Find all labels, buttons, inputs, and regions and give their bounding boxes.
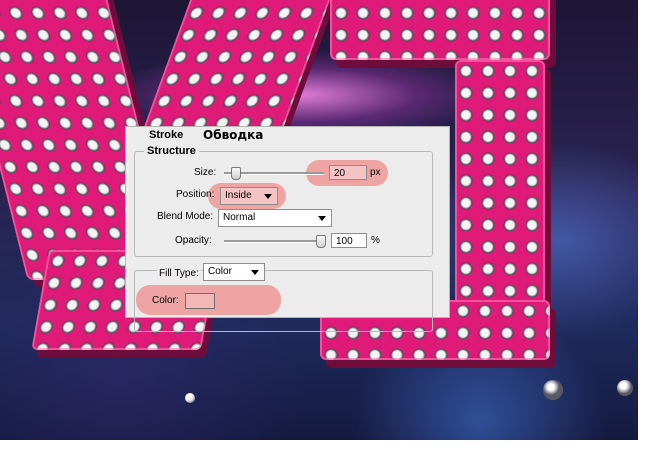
fill-type-label: Fill Type: <box>157 268 201 279</box>
color-swatch[interactable] <box>185 293 215 309</box>
blend-mode-label: Blend Mode: <box>157 211 214 222</box>
fill-group <box>134 270 433 332</box>
fill-type-value: Color <box>208 266 232 277</box>
color-label: Color: <box>152 295 179 306</box>
structure-title: Structure <box>144 145 199 157</box>
size-slider-thumb[interactable] <box>231 167 241 180</box>
size-input[interactable]: 20 <box>329 165 367 180</box>
blend-mode-value: Normal <box>223 212 256 223</box>
opacity-input[interactable]: 100 <box>331 233 367 248</box>
position-value: Inside <box>225 190 252 201</box>
size-unit: px <box>370 167 381 178</box>
opacity-slider-thumb[interactable] <box>316 235 326 248</box>
position-dropdown[interactable]: Inside <box>220 187 278 205</box>
loose-gem <box>185 393 195 403</box>
loose-gem <box>617 380 633 396</box>
size-label: Size: <box>194 167 217 178</box>
stroke-section-title: Stroke <box>146 129 187 141</box>
stroke-dialog: Stroke Structure Size: 20 px Position: I… <box>125 126 450 332</box>
overlay-caption: Обводка <box>203 128 264 142</box>
letter-v-right-stroke <box>142 0 338 130</box>
chevron-down-icon <box>264 194 272 199</box>
position-label: Position: <box>176 189 215 200</box>
opacity-unit: % <box>371 235 380 246</box>
loose-gem <box>543 380 563 400</box>
chevron-down-icon <box>251 270 259 275</box>
opacity-label: Opacity: <box>175 235 212 246</box>
blend-mode-dropdown[interactable]: Normal <box>218 209 332 227</box>
fill-type-dropdown[interactable]: Color <box>203 263 265 281</box>
chevron-down-icon <box>318 216 326 221</box>
opacity-slider-track[interactable] <box>224 240 324 243</box>
letter-e-top <box>330 0 550 60</box>
